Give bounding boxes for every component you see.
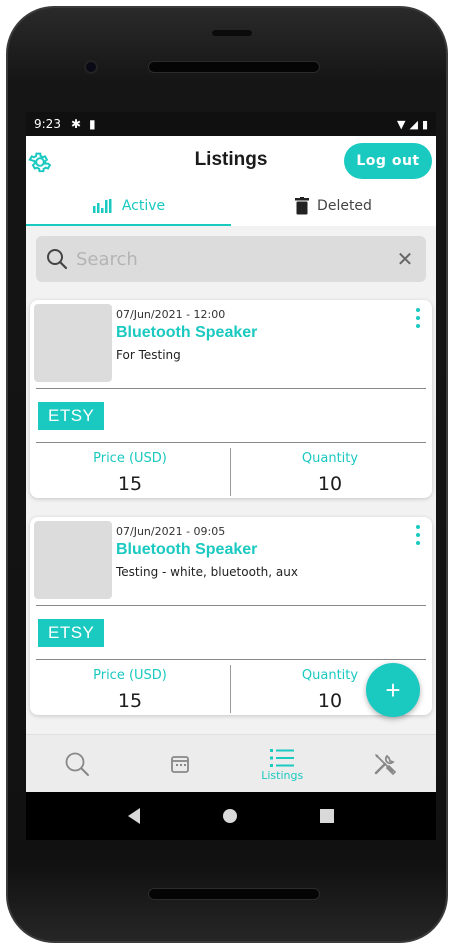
- list-icon: [270, 748, 295, 767]
- close-icon: ✕: [396, 247, 414, 271]
- sd-card-icon: ▮: [89, 117, 96, 131]
- gear-icon: [28, 152, 52, 173]
- listing-thumbnail: [34, 521, 112, 599]
- divider: [36, 605, 426, 606]
- bar-chart-icon: [92, 199, 112, 213]
- nav-listings-label: Listings: [261, 768, 304, 782]
- price-label: Price (USD): [93, 451, 167, 466]
- app-screen: 9:23 ✱ ▮ ▼ ◢ ▮ Listings Log out Active D…: [26, 112, 436, 792]
- bottom-speaker: [148, 888, 320, 900]
- channel-badge: ETSY: [38, 619, 105, 647]
- signal-icon: ◢: [409, 117, 418, 131]
- more-vert-dot: [416, 533, 420, 537]
- price-label: Price (USD): [93, 668, 167, 683]
- tools-icon: [374, 754, 396, 776]
- recent-apps-button[interactable]: [320, 809, 335, 823]
- nav-tools[interactable]: [334, 735, 437, 792]
- more-vert-dot: [416, 324, 420, 328]
- logout-button[interactable]: Log out: [344, 143, 432, 179]
- phone-notch: [212, 30, 252, 36]
- nav-listings[interactable]: Listings: [231, 735, 334, 792]
- nav-calendar[interactable]: [129, 735, 232, 792]
- listing-title: Bluetooth Speaker: [116, 541, 258, 558]
- listing-description: Testing - white, bluetooth, aux: [116, 565, 298, 579]
- more-vert-dot: [416, 541, 420, 545]
- listing-date: 07/Jun/2021 - 09:05: [116, 525, 226, 538]
- status-right-icons: ▼ ◢ ▮: [397, 118, 428, 131]
- search-input[interactable]: [76, 248, 394, 270]
- listing-menu-button[interactable]: [412, 525, 424, 545]
- bottom-navigation: Listings: [26, 734, 436, 792]
- more-vert-dot: [416, 316, 420, 320]
- divider: [36, 388, 426, 389]
- settings-button[interactable]: [26, 148, 54, 176]
- home-button[interactable]: [222, 809, 237, 823]
- channel-badge: ETSY: [38, 402, 105, 430]
- tab-active[interactable]: Active: [26, 186, 231, 226]
- wifi-icon: ▼: [397, 117, 406, 131]
- listing-menu-button[interactable]: [412, 308, 424, 328]
- trash-icon: [295, 197, 310, 215]
- earpiece-speaker: [148, 61, 320, 73]
- battery-icon: ▮: [421, 117, 428, 131]
- front-camera: [84, 60, 98, 74]
- add-listing-button[interactable]: +: [366, 663, 420, 717]
- calendar-icon: [170, 756, 189, 773]
- listing-thumbnail: [34, 304, 112, 382]
- status-bar: 9:23 ✱ ▮ ▼ ◢ ▮: [26, 112, 436, 136]
- quantity-label: Quantity: [301, 451, 359, 466]
- more-vert-icon: [416, 525, 420, 529]
- listing-card[interactable]: 07/Jun/2021 - 12:00 Bluetooth Speaker Fo…: [30, 300, 432, 498]
- stat-divider: [230, 665, 231, 713]
- clear-search-button[interactable]: ✕: [394, 247, 416, 271]
- back-button[interactable]: [127, 808, 140, 824]
- search-bar: ✕: [36, 236, 426, 282]
- app-header: Listings Log out: [26, 136, 436, 186]
- divider: [36, 659, 426, 660]
- listing-tabs: Active Deleted: [26, 186, 436, 226]
- stat-divider: [230, 448, 231, 496]
- quantity-value: 10: [317, 473, 343, 495]
- listing-title: Bluetooth Speaker: [116, 324, 258, 341]
- android-navigation-bar: [26, 792, 436, 840]
- more-vert-icon: [416, 308, 420, 312]
- tab-deleted[interactable]: Deleted: [231, 186, 436, 226]
- nav-search[interactable]: [26, 735, 129, 792]
- listing-description: For Testing: [116, 348, 181, 362]
- search-icon: [65, 752, 90, 776]
- status-time: 9:23: [34, 117, 61, 131]
- search-icon: [47, 249, 68, 270]
- price-value: 15: [117, 690, 143, 712]
- tab-deleted-label: Deleted: [317, 198, 372, 214]
- settings-gear-icon: ✱: [70, 117, 82, 131]
- price-value: 15: [117, 473, 143, 495]
- tab-active-label: Active: [121, 198, 166, 214]
- listing-date: 07/Jun/2021 - 12:00: [116, 308, 226, 321]
- divider: [36, 442, 426, 443]
